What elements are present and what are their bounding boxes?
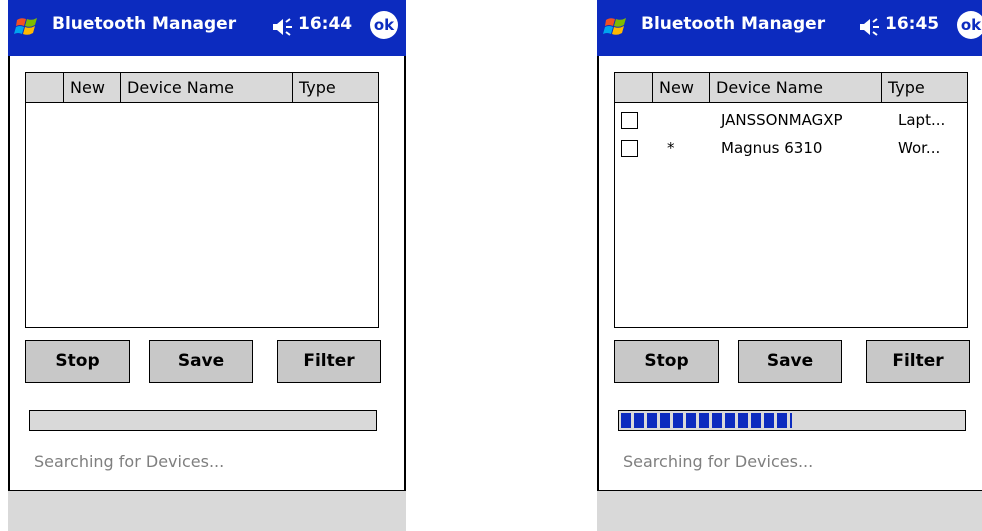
ok-button[interactable]: ok [957,11,982,39]
progress-bar [29,410,377,431]
progress-bar [618,410,966,431]
column-header-type[interactable]: Type [293,73,378,103]
column-header-checkbox[interactable] [26,73,64,103]
menu-bar[interactable] [597,490,982,531]
screen-right: Bluetooth Manager 16:45 ok New Device Na… [597,0,982,531]
filter-button[interactable]: Filter [866,340,970,383]
device-list[interactable]: New Device Name Type JANSSONMAGXP Lapt..… [614,72,968,328]
app-title: Bluetooth Manager [52,14,237,34]
column-header-type[interactable]: Type [882,73,967,103]
app-title: Bluetooth Manager [641,14,826,34]
device-checkbox[interactable] [621,112,638,129]
progress-fill [621,413,792,428]
device-type: Lapt... [898,111,946,129]
device-row[interactable]: JANSSONMAGXP Lapt... [615,109,967,131]
clock[interactable]: 16:44 [298,14,352,34]
title-bar: Bluetooth Manager 16:44 ok [8,0,406,56]
device-name: Magnus 6310 [721,139,823,157]
windows-flag-icon[interactable] [603,13,631,41]
stop-button[interactable]: Stop [614,340,719,383]
clock[interactable]: 16:45 [885,14,939,34]
device-type: Wor... [898,139,941,157]
device-checkbox[interactable] [621,140,638,157]
device-row[interactable]: * Magnus 6310 Wor... [615,137,967,159]
title-bar: Bluetooth Manager 16:45 ok [597,0,982,56]
status-text: Searching for Devices... [34,452,225,471]
column-header-new[interactable]: New [653,73,710,103]
ok-button[interactable]: ok [370,11,398,39]
device-name: JANSSONMAGXP [721,111,843,129]
device-new-flag: * [667,139,675,157]
save-button[interactable]: Save [738,340,842,383]
column-header-new[interactable]: New [64,73,121,103]
frame-edge [597,56,599,531]
status-text: Searching for Devices... [623,452,814,471]
frame-edge [404,56,406,531]
stop-button[interactable]: Stop [25,340,130,383]
column-header-checkbox[interactable] [615,73,653,103]
windows-flag-icon[interactable] [14,13,42,41]
frame-edge [8,56,10,531]
menu-bar[interactable] [8,490,406,531]
save-button[interactable]: Save [149,340,253,383]
speaker-icon[interactable] [859,17,881,37]
speaker-icon[interactable] [272,17,294,37]
filter-button[interactable]: Filter [277,340,381,383]
column-header-device-name[interactable]: Device Name [710,73,882,103]
screen-left: Bluetooth Manager 16:44 ok New Device Na… [8,0,406,531]
column-header-device-name[interactable]: Device Name [121,73,293,103]
device-list[interactable]: New Device Name Type [25,72,379,328]
